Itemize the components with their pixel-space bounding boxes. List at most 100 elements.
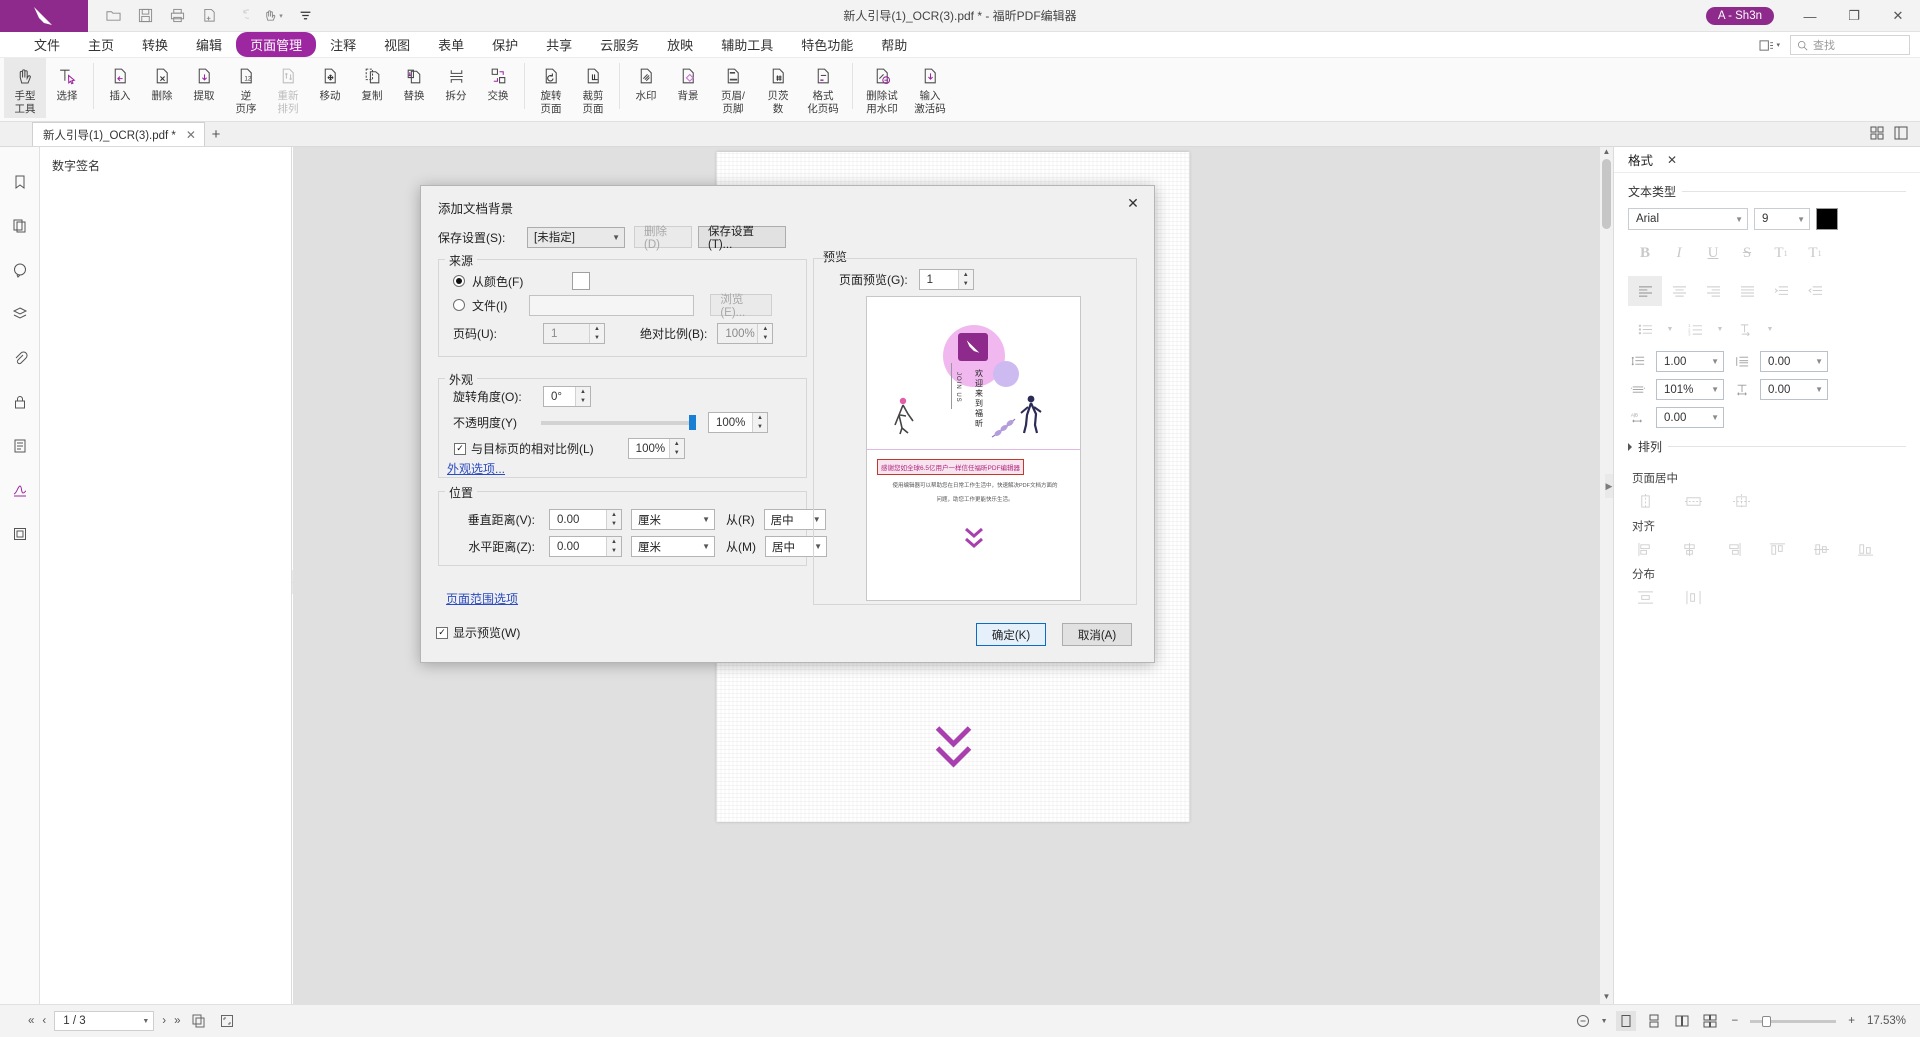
relative-scale-checkbox[interactable]: ✓ (454, 443, 466, 455)
save-settings-button[interactable]: 保存设置(T)... (698, 226, 786, 248)
preview-body-line-1: 使用编辑器可以帮助您在日常工作生活中，快速解决PDF文档方面的 (885, 482, 1065, 490)
modal-overlay: 添加文档背景 ✕ 保存设置(S): [未指定] ▼ 删除(D) 保存设置(T).… (0, 0, 1920, 1037)
vertical-distance-row: 垂直距离(V): 0.00 ▲▼ 厘米 ▼ 从(R) 居中 ▼ (453, 509, 826, 530)
close-icon[interactable]: ✕ (1118, 191, 1148, 215)
file-path-input[interactable] (529, 295, 694, 316)
opacity-spinner[interactable]: 100% ▲▼ (708, 412, 768, 433)
spin-down-icon: ▼ (576, 397, 590, 407)
join-us-text: JOIN US (955, 372, 961, 403)
browse-button: 浏览(E)... (710, 294, 772, 316)
show-preview-row[interactable]: ✓ 显示预览(W) (436, 624, 520, 641)
spin-down-icon: ▼ (670, 449, 684, 459)
relative-scale-row[interactable]: ✓ 与目标页的相对比例(L) 100% ▲▼ (454, 438, 685, 459)
horizontal-unit-select[interactable]: 厘米 ▼ (631, 536, 715, 557)
page-range-link[interactable]: 页面范围选项 (446, 590, 518, 607)
opacity-slider[interactable] (541, 421, 696, 425)
position-legend: 位置 (445, 484, 477, 501)
from-file-label: 文件(I) (472, 297, 507, 314)
opacity-row: 不透明度(Y) 100% ▲▼ (453, 412, 768, 433)
absolute-scale-label: 绝对比例(B): (640, 325, 707, 342)
absolute-scale-spinner[interactable]: 100% ▲▼ (717, 323, 773, 344)
ok-button[interactable]: 确定(K) (976, 623, 1046, 646)
page-number-row: 页码(U): 1 ▲▼ 绝对比例(B): 100% ▲▼ (453, 323, 773, 344)
delete-settings-button: 删除(D) (634, 226, 692, 248)
format-panel-collapse-handle[interactable]: ▶ (1605, 474, 1613, 498)
spinner-buttons[interactable]: ▲▼ (575, 387, 590, 406)
add-background-dialog: 添加文档背景 ✕ 保存设置(S): [未指定] ▼ 删除(D) 保存设置(T).… (420, 185, 1155, 663)
from-file-row[interactable]: 文件(I) 浏览(E)... (453, 294, 772, 316)
absolute-scale-value: 100% (725, 328, 754, 340)
opacity-slider-knob[interactable] (689, 415, 696, 430)
spin-down-icon: ▼ (590, 334, 604, 344)
spin-down-icon: ▼ (607, 520, 621, 530)
from-file-radio[interactable] (453, 299, 465, 311)
rotation-value: 0° (551, 391, 562, 403)
opacity-value: 100% (716, 417, 745, 429)
welcome-char-1: 迎 (972, 379, 986, 389)
source-legend: 来源 (445, 252, 477, 269)
spin-up-icon: ▲ (576, 387, 590, 397)
vertical-distance-value: 0.00 (557, 514, 579, 526)
spin-down-icon: ▼ (753, 423, 767, 433)
spinner-buttons[interactable]: ▲▼ (757, 324, 772, 343)
background-color-swatch[interactable] (572, 272, 590, 290)
welcome-char-4: 福 (972, 409, 986, 419)
save-settings-select[interactable]: [未指定] ▼ (527, 227, 625, 248)
person-right-figure (1015, 393, 1047, 438)
leaf-decoration (989, 415, 1019, 444)
vertical-from-label: 从(R) (726, 511, 755, 528)
spin-down-icon: ▼ (607, 547, 621, 557)
spin-up-icon: ▲ (758, 324, 772, 334)
divider-line (867, 449, 1081, 450)
vertical-unit-value: 厘米 (638, 512, 661, 528)
rotation-spinner[interactable]: 0° ▲▼ (543, 386, 591, 407)
preview-welcome-text: 欢 迎 来 到 福 昕 (972, 369, 986, 429)
welcome-char-2: 来 (972, 389, 986, 399)
vertical-distance-label: 垂直距离(V): (453, 511, 535, 528)
person-left-figure (889, 395, 921, 438)
page-number-spinner[interactable]: 1 ▲▼ (543, 323, 605, 344)
horizontal-distance-row: 水平距离(Z): 0.00 ▲▼ 厘米 ▼ 从(M) 居中 ▼ (453, 536, 827, 557)
decoration-circle-small (993, 361, 1019, 387)
spinner-buttons[interactable]: ▲▼ (606, 537, 621, 556)
chevron-down-icon: ▼ (612, 233, 620, 242)
relative-scale-spinner[interactable]: 100% ▲▼ (628, 438, 685, 459)
horizontal-from-value: 居中 (772, 539, 795, 555)
preview-page: 欢 迎 来 到 福 昕 JOIN US 感谢您如全球6.5亿用户一样信任福昕PD… (866, 296, 1081, 601)
chevron-down-icon: ▼ (702, 515, 710, 524)
welcome-char-0: 欢 (972, 369, 986, 379)
divider (951, 363, 952, 409)
welcome-char-3: 到 (972, 399, 986, 409)
appearance-options-link[interactable]: 外观选项... (447, 460, 505, 477)
rotation-row: 旋转角度(O): 0° ▲▼ (453, 386, 591, 407)
welcome-char-5: 昕 (972, 419, 986, 429)
spin-up-icon: ▲ (590, 324, 604, 334)
spin-up-icon: ▲ (670, 439, 684, 449)
from-color-row[interactable]: 从颜色(F) (453, 272, 590, 290)
cancel-button[interactable]: 取消(A) (1062, 623, 1132, 646)
relative-scale-value: 100% (636, 443, 665, 455)
horizontal-distance-label: 水平距离(Z): (453, 538, 535, 555)
vertical-from-value: 居中 (771, 512, 794, 528)
spinner-buttons[interactable]: ▲▼ (606, 510, 621, 529)
from-color-label: 从颜色(F) (472, 273, 523, 290)
spinner-buttons[interactable]: ▲▼ (589, 324, 604, 343)
spin-up-icon: ▲ (607, 510, 621, 520)
vertical-unit-select[interactable]: 厘米 ▼ (631, 509, 715, 530)
show-preview-checkbox[interactable]: ✓ (436, 627, 448, 639)
relative-scale-label: 与目标页的相对比例(L) (471, 440, 594, 457)
page-number-label: 页码(U): (453, 325, 523, 342)
opacity-label: 不透明度(Y) (453, 414, 533, 431)
horizontal-distance-spinner[interactable]: 0.00 ▲▼ (549, 536, 622, 557)
save-settings-row: 保存设置(S): [未指定] ▼ 删除(D) 保存设置(T)... (438, 226, 786, 248)
page-number-value: 1 (551, 328, 557, 340)
dialog-title: 添加文档背景 (438, 198, 513, 217)
vertical-distance-spinner[interactable]: 0.00 ▲▼ (549, 509, 622, 530)
spinner-buttons[interactable]: ▲▼ (752, 413, 767, 432)
horizontal-distance-value: 0.00 (557, 541, 579, 553)
spin-up-icon: ▲ (753, 413, 767, 423)
spinner-buttons[interactable]: ▲▼ (669, 439, 684, 458)
show-preview-label: 显示预览(W) (453, 624, 520, 641)
from-color-radio[interactable] (453, 275, 465, 287)
horizontal-unit-value: 厘米 (638, 539, 661, 555)
